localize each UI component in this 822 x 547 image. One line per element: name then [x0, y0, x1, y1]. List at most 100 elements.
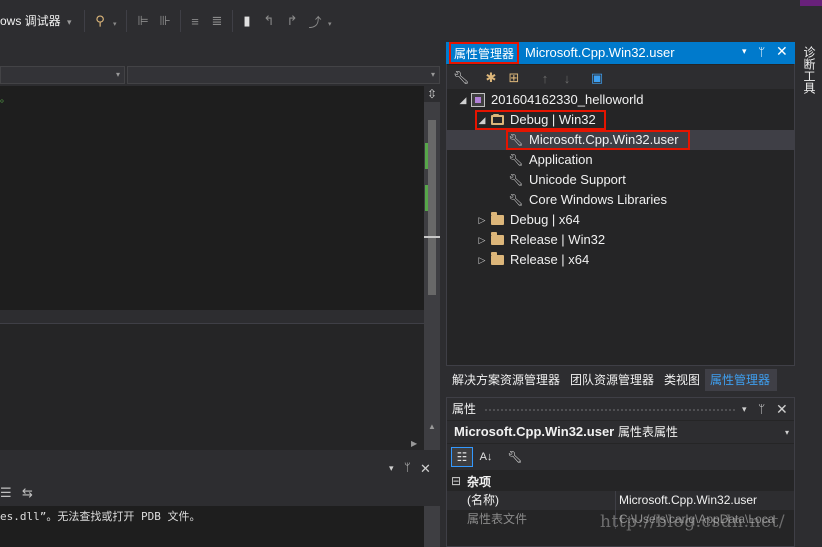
change-marker [425, 185, 428, 211]
tree-item-unicode-support[interactable]: 🔧︎ Unicode Support [447, 170, 794, 190]
categorized-icon[interactable]: ☷ [451, 447, 473, 467]
properties-title: 属性 [452, 402, 477, 416]
project-icon [470, 92, 486, 108]
tree-item-microsoft-cpp-win32-user[interactable]: 🔧︎ Microsoft.Cpp.Win32.user [447, 130, 794, 150]
diagnostic-tools-tab[interactable]: 诊断工具 [800, 46, 818, 94]
chevron-down-icon[interactable]: ▾ [742, 46, 747, 57]
chevron-down-icon[interactable]: ▾ [328, 21, 334, 28]
chevron-down-icon[interactable]: ▾ [742, 404, 747, 415]
split-icon[interactable]: ⇳ [424, 86, 440, 102]
tab-class-view[interactable]: 类视图 [664, 369, 700, 391]
add-existing-property-sheet-icon[interactable]: ⊞ [505, 69, 523, 87]
comment-icon[interactable]: ≡ [186, 12, 204, 30]
bookmark-icon[interactable]: ▮ [238, 12, 256, 30]
uncomment-icon[interactable]: ≣ [208, 12, 226, 30]
wrench-icon: 🔧︎ [508, 153, 524, 167]
change-marker [425, 143, 428, 169]
scroll-right-icon[interactable]: ▶ [411, 439, 417, 448]
bookmark-next-icon[interactable]: ↱ [283, 12, 301, 30]
property-category[interactable] [447, 472, 794, 492]
property-pages-icon[interactable]: 🔧︎ [506, 447, 524, 467]
close-icon[interactable]: ✕ [776, 43, 788, 60]
wrench-icon: 🔧︎ [508, 193, 524, 207]
toolbar-separator [232, 10, 233, 32]
collapse-icon[interactable]: ⊟ [451, 474, 461, 488]
secondary-pane-header [0, 310, 424, 324]
output-line: es.dll”。无法查找或打开 PDB 文件。 [0, 510, 201, 523]
align-right-icon[interactable]: ⊪ [156, 12, 174, 30]
caret-marker [424, 236, 440, 238]
find-icon[interactable]: ⚲ [91, 12, 109, 30]
tree-item-debug-win32[interactable]: ◢ Debug | Win32 [447, 110, 794, 130]
title-grip [484, 408, 736, 412]
align-left-icon[interactable]: ⊫ [134, 12, 152, 30]
move-down-icon[interactable]: ↓ [558, 69, 576, 87]
tab-team-explorer[interactable]: 团队资源管理器 [570, 369, 654, 391]
tree-expander[interactable]: ▷ [477, 210, 487, 230]
debugger-selector[interactable]: ows 调试器 ▾ [0, 12, 72, 30]
close-icon[interactable]: ✕ [420, 461, 431, 477]
pin-icon[interactable]: ᛘ [758, 402, 765, 416]
word-wrap-icon[interactable]: ⇆ [22, 485, 33, 501]
tree-item-label: Debug | x64 [510, 212, 580, 227]
tree-item-label: Debug | Win32 [510, 112, 596, 127]
clear-all-icon[interactable]: ☰ [0, 485, 12, 501]
property-manager-subtitle: Microsoft.Cpp.Win32.user [525, 45, 675, 60]
close-icon[interactable]: ✕ [776, 401, 788, 418]
chevron-down-icon: ▾ [67, 17, 72, 27]
property-value: Microsoft.Cpp.Win32.user [619, 493, 758, 507]
scroll-up-icon[interactable]: ▲ [428, 422, 436, 431]
property-name: (名称) [467, 493, 499, 507]
folder-open-icon [489, 112, 505, 128]
alphabetical-icon[interactable]: A↓ [477, 447, 495, 467]
member-dropdown[interactable]: ▾ [127, 66, 440, 84]
add-new-property-sheet-icon[interactable]: ✱ [482, 69, 500, 87]
bookmark-prev-icon[interactable]: ↰ [260, 12, 278, 30]
output-scrollbar[interactable] [424, 506, 440, 547]
toolbar-separator [126, 10, 127, 32]
tree-item-application[interactable]: 🔧︎ Application [447, 150, 794, 170]
pin-icon[interactable]: ᛘ [758, 45, 765, 59]
property-row-name[interactable]: (名称) Microsoft.Cpp.Win32.user [447, 491, 794, 510]
tree-item-label: Application [529, 152, 593, 167]
tree-item-project[interactable]: ◢ 201604162330_helloworld [447, 90, 794, 110]
chevron-down-icon[interactable]: ▾ [785, 428, 789, 437]
debugger-label: ows 调试器 [0, 14, 61, 28]
save-icon[interactable]: ▣ [588, 69, 606, 87]
chevron-down-icon: ▾ [430, 70, 435, 79]
chevron-down-icon[interactable]: ▾ [389, 463, 394, 474]
tree-expander[interactable]: ▷ [477, 250, 487, 270]
tree-item-debug-x64[interactable]: ▷ Debug | x64 [447, 210, 794, 230]
side-tab-strip [796, 42, 822, 547]
scrollbar-thumb[interactable] [428, 120, 436, 295]
properties-wrench-icon[interactable]: 🔧︎ [452, 69, 470, 87]
main-toolbar [0, 0, 822, 42]
tree-expander[interactable]: ◢ [458, 90, 468, 110]
move-up-icon[interactable]: ↑ [536, 69, 554, 87]
output-title-bar [0, 460, 440, 482]
tree-expander[interactable]: ▷ [477, 230, 487, 250]
tab-property-manager[interactable]: 属性管理器 [710, 369, 770, 391]
folder-icon [489, 252, 505, 268]
toolbar-separator [84, 10, 85, 32]
tree-item-core-windows-libraries[interactable]: 🔧︎ Core Windows Libraries [447, 190, 794, 210]
pin-icon[interactable]: ᛘ [404, 462, 411, 474]
tree-item-release-x64[interactable]: ▷ Release | x64 [447, 250, 794, 270]
tree-item-label: Core Windows Libraries [529, 192, 667, 207]
chevron-down-icon: ▾ [115, 70, 120, 79]
tree-item-release-win32[interactable]: ▷ Release | Win32 [447, 230, 794, 250]
tree-expander[interactable]: ◢ [477, 110, 487, 130]
scope-dropdown[interactable]: ▾ [0, 66, 125, 84]
folder-icon [489, 212, 505, 228]
code-editor[interactable] [0, 86, 424, 310]
watermark: http://blog.csdn.net/ [600, 512, 786, 532]
tab-solution-explorer[interactable]: 解决方案资源管理器 [452, 369, 560, 391]
column-divider [615, 491, 616, 510]
code-text: 。 [0, 94, 10, 105]
bookmark-clear-icon[interactable]: ⤴ [306, 12, 324, 30]
chevron-down-icon[interactable]: ▾ [113, 21, 119, 28]
wrench-icon: 🔧︎ [508, 173, 524, 187]
output-toolbar [0, 482, 440, 506]
secondary-pane [0, 310, 424, 450]
properties-toolbar [447, 444, 794, 470]
